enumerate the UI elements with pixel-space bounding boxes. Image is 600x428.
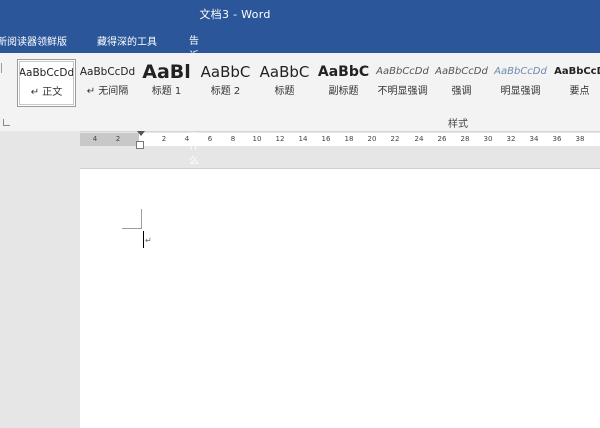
style-preview: AaBbCcDd <box>18 67 75 79</box>
ribbon: AaBbCcDd ↵ 正文 AaBbCcDd ↵ 无间隔 AaBl 标题 1 A… <box>0 53 600 132</box>
ruler-tick: 12 <box>275 135 285 143</box>
style-preview: AaBl <box>142 61 191 83</box>
style-emphasis[interactable]: AaBbCcDd 强调 <box>432 59 491 107</box>
style-preview: AaBbC <box>317 64 370 80</box>
style-name: ↵ 无间隔 <box>86 86 129 97</box>
ruler-tick: 30 <box>483 135 493 143</box>
style-name: ↵ 正文 <box>30 87 63 98</box>
paragraph-mark: ↵ <box>145 236 152 245</box>
style-name: 明显强调 <box>500 86 541 97</box>
tab-reader[interactable]: 新阅读器领鲜版 <box>0 33 67 48</box>
style-preview: AaBbCcDd <box>435 66 488 77</box>
ruler-tick: 26 <box>437 135 447 143</box>
ruler-tick: 14 <box>298 135 308 143</box>
style-heading-2[interactable]: AaBbC 标题 2 <box>196 59 255 107</box>
workspace-margin <box>0 131 80 427</box>
document-page[interactable] <box>80 168 600 428</box>
style-title[interactable]: AaBbC 标题 <box>255 59 314 107</box>
style-strong[interactable]: AaBbCcD 要点 <box>550 59 600 107</box>
styles-group-label: 样式 <box>448 119 468 130</box>
style-preview: AaBbCcDd <box>376 66 429 77</box>
ruler-tick: 32 <box>506 135 516 143</box>
margin-corner-mark <box>122 228 142 229</box>
style-subtle-emphasis[interactable]: AaBbCcDd 不明显强调 <box>373 59 432 107</box>
ruler-tick: 4 <box>92 135 98 143</box>
ruler-tick: 16 <box>321 135 331 143</box>
ruler-tick: 2 <box>161 135 167 143</box>
text-cursor <box>143 231 144 248</box>
style-no-spacing[interactable]: AaBbCcDd ↵ 无间隔 <box>78 59 137 107</box>
ruler-tick: 34 <box>529 135 539 143</box>
clipboard-launcher-icon[interactable] <box>3 119 10 126</box>
style-name: 标题 1 <box>151 86 182 97</box>
style-heading-1[interactable]: AaBl 标题 1 <box>137 59 196 107</box>
ruler-tick: 8 <box>230 135 236 143</box>
left-indent-marker[interactable] <box>136 141 144 149</box>
style-preview: AaBbCcD <box>554 66 600 77</box>
style-preview: AaBbC <box>200 63 251 81</box>
window-title: 文档3 - Word <box>199 8 271 21</box>
styles-gallery: AaBbCcDd ↵ 正文 AaBbCcDd ↵ 无间隔 AaBl 标题 1 A… <box>15 59 600 111</box>
ribbon-edge-marker <box>1 63 8 73</box>
ruler-tick: 22 <box>390 135 400 143</box>
style-subtitle[interactable]: AaBbC 副标题 <box>314 59 373 107</box>
ruler-tick: 18 <box>344 135 354 143</box>
ruler-tick: 2 <box>115 135 121 143</box>
style-preview: AaBbC <box>259 63 310 81</box>
title-bar: 文档3 - Word 新阅读器领鲜版 藏得深的工具 告诉我你想要做什么 <box>0 0 600 167</box>
style-normal[interactable]: AaBbCcDd ↵ 正文 <box>17 59 76 107</box>
margin-corner-mark <box>141 209 142 229</box>
style-preview: AaBbCcDd <box>79 66 136 78</box>
horizontal-ruler[interactable]: 4 2 2 4 6 8 10 12 14 16 18 20 22 24 26 2… <box>80 133 600 146</box>
style-intense-emphasis[interactable]: AaBbCcDd 明显强调 <box>491 59 550 107</box>
ruler-tick: 10 <box>252 135 262 143</box>
ruler-tick: 6 <box>207 135 213 143</box>
ruler-left-margin <box>80 133 139 146</box>
style-name: 标题 <box>274 86 295 97</box>
ruler-tick: 38 <box>575 135 585 143</box>
ruler-tick: 20 <box>367 135 377 143</box>
first-line-indent-marker[interactable] <box>137 131 145 136</box>
style-name: 不明显强调 <box>377 86 428 97</box>
style-name: 标题 2 <box>210 86 241 97</box>
tab-hidden-tools[interactable]: 藏得深的工具 <box>97 33 157 48</box>
ruler-tick: 36 <box>552 135 562 143</box>
style-name: 强调 <box>451 86 472 97</box>
style-name: 要点 <box>569 86 590 97</box>
ruler-tick: 4 <box>184 135 190 143</box>
style-preview: AaBbCcDd <box>494 66 547 77</box>
ruler-tick: 28 <box>460 135 470 143</box>
style-name: 副标题 <box>328 86 359 97</box>
ruler-tick: 24 <box>414 135 424 143</box>
